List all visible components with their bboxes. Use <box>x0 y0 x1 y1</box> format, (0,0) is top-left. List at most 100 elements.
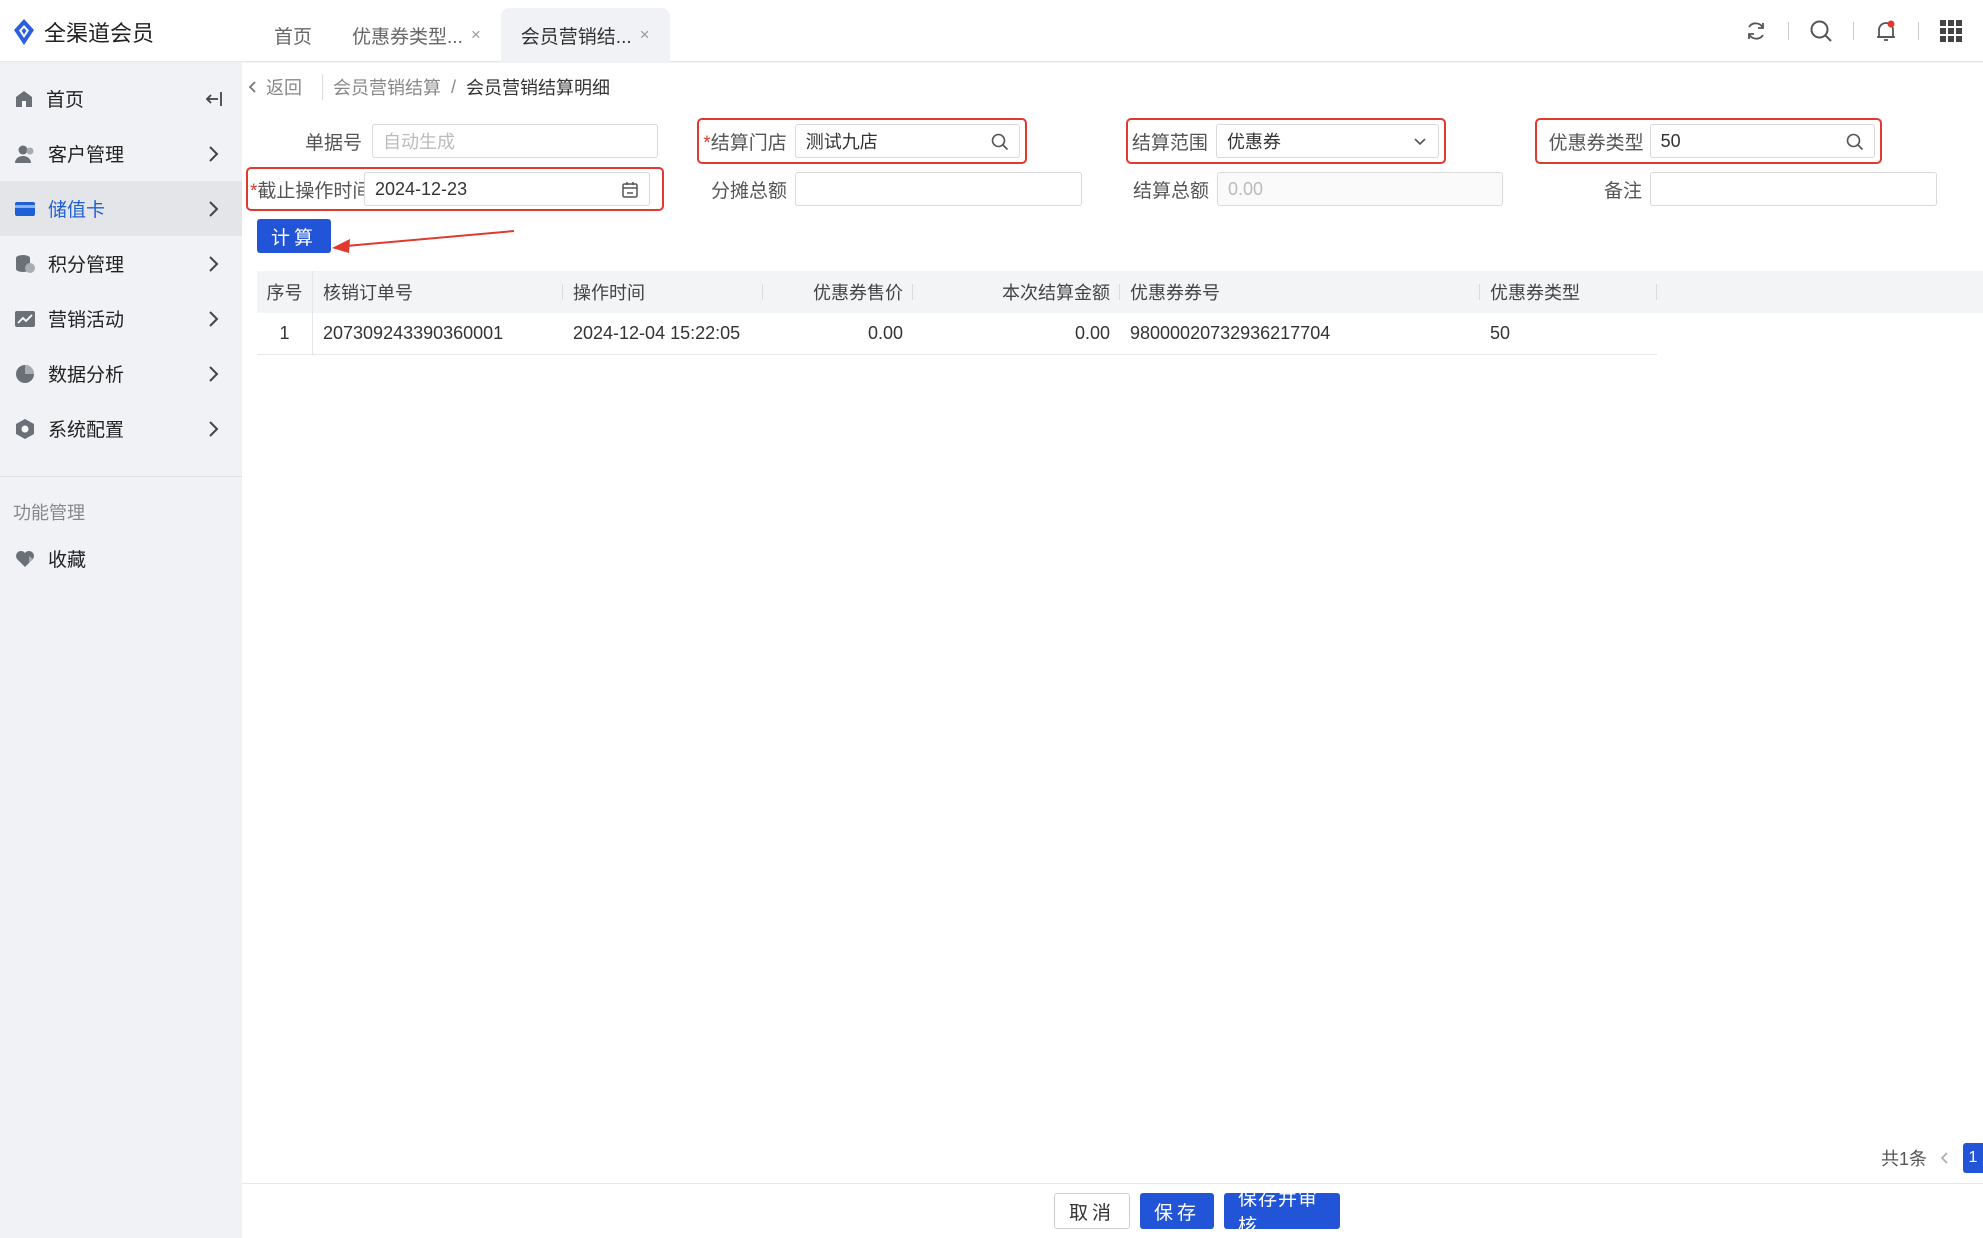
store-value: 测试九店 <box>805 132 878 152</box>
card-icon <box>15 201 35 216</box>
table-cell: 50 <box>1490 323 1511 343</box>
save-button[interactable]: 保存 <box>1140 1193 1214 1229</box>
top-bar: 全渠道会员 首页 优惠券类型... × 会员营销结... × <box>0 0 1983 62</box>
calculate-button[interactable]: 计算 <box>257 219 331 253</box>
table-cell: 1 <box>257 312 313 355</box>
sidebar-item-home[interactable]: 首页 <box>0 71 242 126</box>
table-cell: 0.00 <box>1074 323 1110 343</box>
back-label: 返回 <box>266 78 302 98</box>
apps-grid-icon[interactable] <box>1919 0 1983 62</box>
search-icon[interactable] <box>991 133 1009 151</box>
close-icon[interactable]: × <box>640 25 650 45</box>
chart-icon <box>15 310 35 327</box>
chevron-right-icon <box>209 256 219 272</box>
customer-icon <box>15 145 34 163</box>
search-icon[interactable] <box>1846 133 1864 151</box>
col-header: 核销订单号 <box>313 271 563 313</box>
cutoff-date-input[interactable]: 2024-12-23 <box>364 172 650 206</box>
collapse-sidebar-icon[interactable] <box>204 89 224 109</box>
chevron-left-icon <box>248 81 256 93</box>
sidebar-item-stored-value-card[interactable]: 储值卡 <box>0 181 242 236</box>
chevron-down-icon <box>1414 138 1426 146</box>
breadcrumb-current: 会员营销结算明细 <box>466 78 611 98</box>
remark-field: 备注 <box>1540 171 1937 207</box>
col-header: 优惠券券号 <box>1120 271 1480 313</box>
main-content: 返回 会员营销结算 / 会员营销结算明细 单据号 自动生成 *结算门店 测试九店… <box>242 63 1983 1238</box>
coupon-type-field: 优惠券类型 50 <box>1535 118 1882 164</box>
tab-coupon-type[interactable]: 优惠券类型... × <box>332 8 501 62</box>
col-header: 序号 <box>257 271 313 313</box>
sidebar-item-label: 客户管理 <box>48 145 125 166</box>
sidebar-item-favorites[interactable]: 收藏 <box>0 531 242 586</box>
store-field: *结算门店 测试九店 <box>697 118 1027 164</box>
tab-label: 优惠券类型... <box>352 26 463 48</box>
table-header: 序号 核销订单号 操作时间 优惠券售价 本次结算金额 优惠券券号 优惠券类型 <box>257 271 1983 313</box>
sidebar-item-marketing[interactable]: 营销活动 <box>0 291 242 346</box>
points-icon <box>16 254 35 273</box>
tab-home[interactable]: 首页 <box>254 8 332 62</box>
chevron-left-icon[interactable] <box>1939 1149 1951 1167</box>
doc-no-field: 单据号 自动生成 <box>282 123 658 159</box>
top-actions <box>1724 0 1983 62</box>
coupon-type-input[interactable]: 50 <box>1649 124 1875 158</box>
allocated-total-label: 分摊总额 <box>710 180 787 202</box>
chevron-right-icon <box>209 311 219 327</box>
remark-label: 备注 <box>1603 180 1642 202</box>
table-cell: 0.00 <box>867 323 903 343</box>
pagination: 共1条 1 <box>1881 1141 1983 1175</box>
tab-label: 首页 <box>274 26 313 48</box>
pie-icon <box>16 364 34 383</box>
tab-label: 会员营销结... <box>520 26 632 48</box>
table-cell: 98000020732936217704 <box>1130 323 1331 343</box>
footer-buttons: 取消 保存 保存并审核 <box>1054 1189 1340 1237</box>
total-count: 共1条 <box>1880 1149 1927 1169</box>
tab-member-settlement[interactable]: 会员营销结... × <box>500 8 670 62</box>
close-icon[interactable]: × <box>471 25 481 45</box>
breadcrumb: 返回 会员营销结算 / 会员营销结算明细 <box>242 63 1983 111</box>
section-title: 功能管理 <box>13 503 85 523</box>
back-link[interactable]: 返回 <box>248 74 323 100</box>
sidebar-item-label: 收藏 <box>48 550 87 571</box>
annotation-arrow-icon <box>332 230 515 253</box>
table-cell: 207309243390360001 <box>323 323 504 343</box>
calendar-icon[interactable] <box>621 181 639 199</box>
settle-total-input[interactable]: 0.00 <box>1217 172 1503 206</box>
store-input[interactable]: 测试九店 <box>794 124 1020 158</box>
allocated-total-input[interactable] <box>795 172 1082 206</box>
save-and-audit-button[interactable]: 保存并审核 <box>1224 1189 1340 1237</box>
page-number[interactable]: 1 <box>1963 1143 1983 1173</box>
search-icon[interactable] <box>1789 0 1853 62</box>
table-row[interactable]: 1 207309243390360001 2024-12-04 15:22:05… <box>257 312 1657 355</box>
bell-icon[interactable] <box>1854 0 1918 62</box>
scope-value: 优惠券 <box>1226 132 1281 152</box>
col-header: 操作时间 <box>563 271 763 313</box>
settle-total-field: 结算总额 0.00 <box>1131 171 1503 207</box>
sidebar-item-label: 首页 <box>46 90 85 111</box>
doc-no-input[interactable]: 自动生成 <box>372 124 658 158</box>
table-cell: 2024-12-04 15:22:05 <box>573 323 741 343</box>
scope-select[interactable]: 优惠券 <box>1215 124 1439 158</box>
remark-input[interactable] <box>1650 172 1937 206</box>
cutoff-value: 2024-12-23 <box>375 178 468 199</box>
sidebar-item-points[interactable]: 积分管理 <box>0 236 242 291</box>
col-header: 优惠券售价 <box>763 271 913 313</box>
sidebar-item-settings[interactable]: 系统配置 <box>0 401 242 456</box>
cutoff-label: *截止操作时间 <box>250 176 371 203</box>
sidebar-item-label: 营销活动 <box>48 310 125 331</box>
chevron-right-icon <box>209 366 219 382</box>
sidebar-item-label: 系统配置 <box>48 420 125 441</box>
required-mark: * <box>703 132 711 154</box>
chevron-right-icon <box>209 201 219 217</box>
sidebar-item-analytics[interactable]: 数据分析 <box>0 346 242 401</box>
coupon-type-label: 优惠券类型 <box>1548 132 1644 154</box>
doc-no-label: 单据号 <box>304 132 362 154</box>
app-logo[interactable]: 全渠道会员 <box>12 14 154 50</box>
home-icon <box>16 90 32 107</box>
cancel-button[interactable]: 取消 <box>1054 1193 1130 1229</box>
footer-bar: 取消 保存 保存并审核 <box>242 1183 1983 1238</box>
refresh-icon[interactable] <box>1724 0 1788 62</box>
sidebar-item-customers[interactable]: 客户管理 <box>0 126 242 181</box>
settings-icon <box>16 418 34 439</box>
app-title: 全渠道会员 <box>44 21 155 46</box>
breadcrumb-parent[interactable]: 会员营销结算 <box>333 74 441 100</box>
